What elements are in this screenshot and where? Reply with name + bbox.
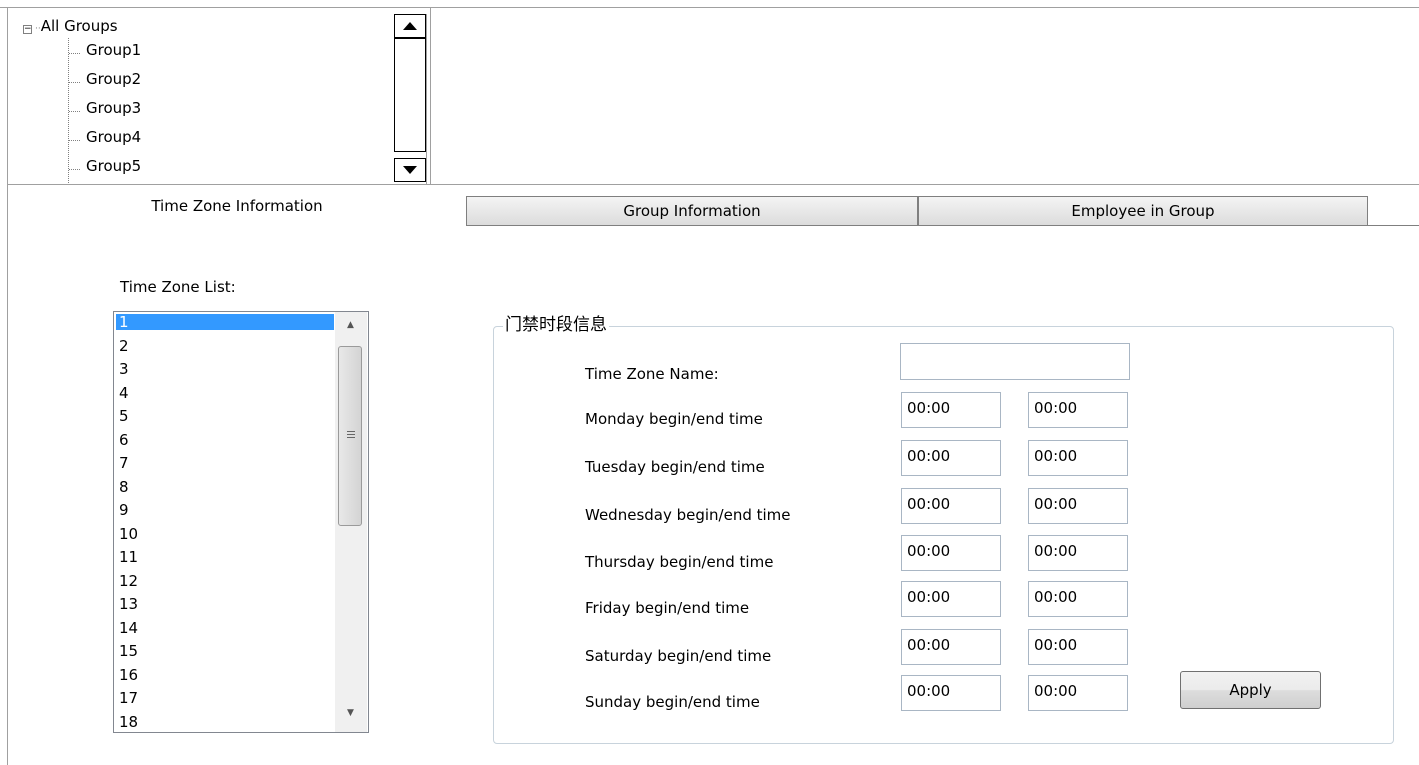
time-zone-list-item[interactable]: 1	[116, 314, 334, 330]
time-zone-listbox[interactable]: 1 2 3 4 5 6 7 8 9 10 11 12 13 14 15 16 17 18	[113, 311, 369, 733]
time-zone-list-item[interactable]: 11	[116, 549, 334, 565]
end-time-input[interactable]: 00:00	[1028, 440, 1128, 476]
time-zone-name-label: Time Zone Name:	[585, 365, 719, 383]
window-top-border	[0, 7, 1419, 8]
pane-divider[interactable]	[430, 8, 431, 184]
begin-time-input[interactable]: 00:00	[901, 581, 1001, 617]
scroll-track[interactable]	[394, 38, 426, 152]
end-time-input[interactable]: 00:00	[1028, 675, 1128, 711]
time-zone-list-item[interactable]: 7	[116, 455, 334, 471]
end-time-input[interactable]: 00:00	[1028, 629, 1128, 665]
time-zone-list-item[interactable]: 3	[116, 361, 334, 377]
time-zone-list-item[interactable]: 10	[116, 526, 334, 542]
tree-guide-line	[69, 82, 81, 83]
tree-guide-line	[69, 53, 81, 54]
time-zone-list-item[interactable]: 15	[116, 643, 334, 659]
tree-root-all-groups[interactable]: ··All Groups	[35, 14, 118, 38]
time-zone-list-item[interactable]: 17	[116, 690, 334, 706]
scroll-down-icon[interactable]: ▼	[347, 708, 354, 718]
time-zone-list-item[interactable]: 18	[116, 714, 334, 730]
tree-item-group[interactable]: Group5	[86, 154, 141, 178]
begin-time-input[interactable]: 00:00	[901, 392, 1001, 428]
tree-root-label: All Groups	[40, 17, 118, 35]
time-zone-list-item[interactable]: 16	[116, 667, 334, 683]
tab-time-zone-information[interactable]: Time Zone Information	[8, 190, 466, 224]
time-zone-list-item[interactable]: 13	[116, 596, 334, 612]
grip-icon	[347, 434, 355, 435]
tree-guide-line	[69, 111, 81, 112]
tree-item-group[interactable]: Group3	[86, 96, 141, 120]
time-zone-list-item[interactable]: 14	[116, 620, 334, 636]
collapse-icon[interactable]: −	[23, 25, 32, 34]
end-time-input[interactable]: 00:00	[1028, 535, 1128, 571]
day-time-label: Thursday begin/end time	[585, 553, 774, 571]
end-time-input[interactable]: 00:00	[1028, 488, 1128, 524]
tab-employee-in-group[interactable]: Employee in Group	[918, 196, 1368, 226]
scroll-down-button[interactable]	[394, 158, 426, 182]
day-time-label: Saturday begin/end time	[585, 647, 772, 665]
tree-item-group[interactable]: Group1	[86, 38, 141, 62]
begin-time-input[interactable]: 00:00	[901, 629, 1001, 665]
time-zone-list-item[interactable]: 12	[116, 573, 334, 589]
begin-time-input[interactable]: 00:00	[901, 488, 1001, 524]
scroll-up-button[interactable]	[394, 14, 426, 38]
day-time-label: Friday begin/end time	[585, 599, 750, 617]
tree-item-group[interactable]: Group4	[86, 125, 141, 149]
time-zone-list-item[interactable]: 4	[116, 385, 334, 401]
pane-bottom-border	[8, 184, 1419, 185]
arrow-up-icon	[403, 22, 417, 30]
time-zone-name-input[interactable]	[900, 343, 1130, 380]
day-time-label: Tuesday begin/end time	[585, 458, 765, 476]
scroll-thumb[interactable]	[338, 346, 362, 526]
time-zone-list-item[interactable]: 5	[116, 408, 334, 424]
tree-guide-line	[69, 140, 81, 141]
arrow-down-icon	[403, 166, 417, 174]
end-time-input[interactable]: 00:00	[1028, 392, 1128, 428]
grip-icon	[347, 437, 355, 438]
time-zone-list-item[interactable]: 9	[116, 502, 334, 518]
day-time-label: Sunday begin/end time	[585, 693, 760, 711]
tab-strip-border	[1368, 225, 1419, 226]
time-zone-list-scrollbar[interactable]: ▲ ▼	[335, 312, 367, 732]
begin-time-input[interactable]: 00:00	[901, 440, 1001, 476]
time-zone-list-item[interactable]: 8	[116, 479, 334, 495]
time-zone-list-item[interactable]: 6	[116, 432, 334, 448]
day-time-label: Monday begin/end time	[585, 410, 763, 428]
time-zone-list-item[interactable]: 2	[116, 338, 334, 354]
tree-guide-line	[69, 169, 81, 170]
grip-icon	[347, 431, 355, 432]
scroll-up-icon[interactable]: ▲	[347, 320, 354, 330]
group-tree[interactable]: − ··All Groups Group1 Group2 Group3 Group4 G…	[8, 14, 427, 185]
tab-group-information[interactable]: Group Information	[466, 196, 918, 226]
tree-scrollbar[interactable]	[394, 14, 426, 184]
begin-time-input[interactable]: 00:00	[901, 535, 1001, 571]
apply-button[interactable]: Apply	[1180, 671, 1321, 709]
day-time-label: Wednesday begin/end time	[585, 506, 791, 524]
time-zone-list-label: Time Zone List:	[120, 278, 236, 296]
begin-time-input[interactable]: 00:00	[901, 675, 1001, 711]
end-time-input[interactable]: 00:00	[1028, 581, 1128, 617]
groupbox-title: 门禁时段信息	[503, 314, 609, 336]
tree-item-group[interactable]: Group2	[86, 67, 141, 91]
